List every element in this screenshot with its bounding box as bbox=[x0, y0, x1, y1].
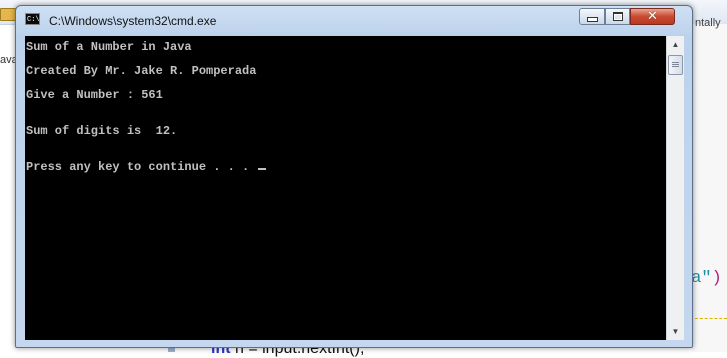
console-line-prompt: Press any key to continue . . . bbox=[26, 155, 267, 179]
grip-line bbox=[672, 62, 679, 63]
arrow-down-icon: ▼ bbox=[671, 327, 680, 336]
console-line-title: Sum of a Number in Java bbox=[26, 40, 192, 54]
console-line-input: Give a Number : 561 bbox=[26, 88, 163, 102]
maximize-icon bbox=[612, 12, 623, 21]
maximize-button[interactable] bbox=[605, 8, 630, 25]
prompt-text: Press any key to continue . . . bbox=[26, 160, 257, 174]
scroll-up-button[interactable]: ▲ bbox=[667, 36, 684, 53]
console-line-author: Created By Mr. Jake R. Pomperada bbox=[26, 64, 257, 78]
close-button[interactable]: ✕ bbox=[630, 8, 675, 25]
scrollbar-thumb[interactable] bbox=[668, 55, 683, 75]
grip-line bbox=[672, 64, 679, 65]
title-bar[interactable]: C:\ C:\Windows\system32\cmd.exe ✕ bbox=[16, 6, 692, 36]
scroll-down-button[interactable]: ▼ bbox=[667, 323, 684, 340]
ide-divider bbox=[695, 318, 727, 319]
folder-icon[interactable] bbox=[0, 8, 16, 21]
window-title: C:\Windows\system32\cmd.exe bbox=[49, 14, 217, 28]
cmd-icon[interactable]: C:\ bbox=[25, 13, 40, 25]
vertical-scrollbar[interactable]: ▲ ▼ bbox=[666, 36, 684, 340]
minimize-button[interactable] bbox=[579, 8, 605, 25]
grip-line bbox=[672, 66, 679, 67]
code-paren: ) bbox=[711, 269, 722, 288]
console-line-result: Sum of digits is 12. bbox=[26, 124, 178, 138]
console-output[interactable]: Sum of a Number in Java Created By Mr. J… bbox=[25, 36, 666, 340]
close-icon: ✕ bbox=[647, 9, 658, 24]
cmd-window[interactable]: C:\ C:\Windows\system32\cmd.exe ✕ Sum of… bbox=[15, 5, 693, 348]
ide-editor-edge bbox=[692, 24, 727, 352]
minimize-icon bbox=[586, 17, 598, 22]
text-cursor bbox=[258, 168, 267, 170]
arrow-up-icon: ▲ bbox=[671, 40, 680, 49]
ide-label: ntally bbox=[695, 17, 721, 29]
